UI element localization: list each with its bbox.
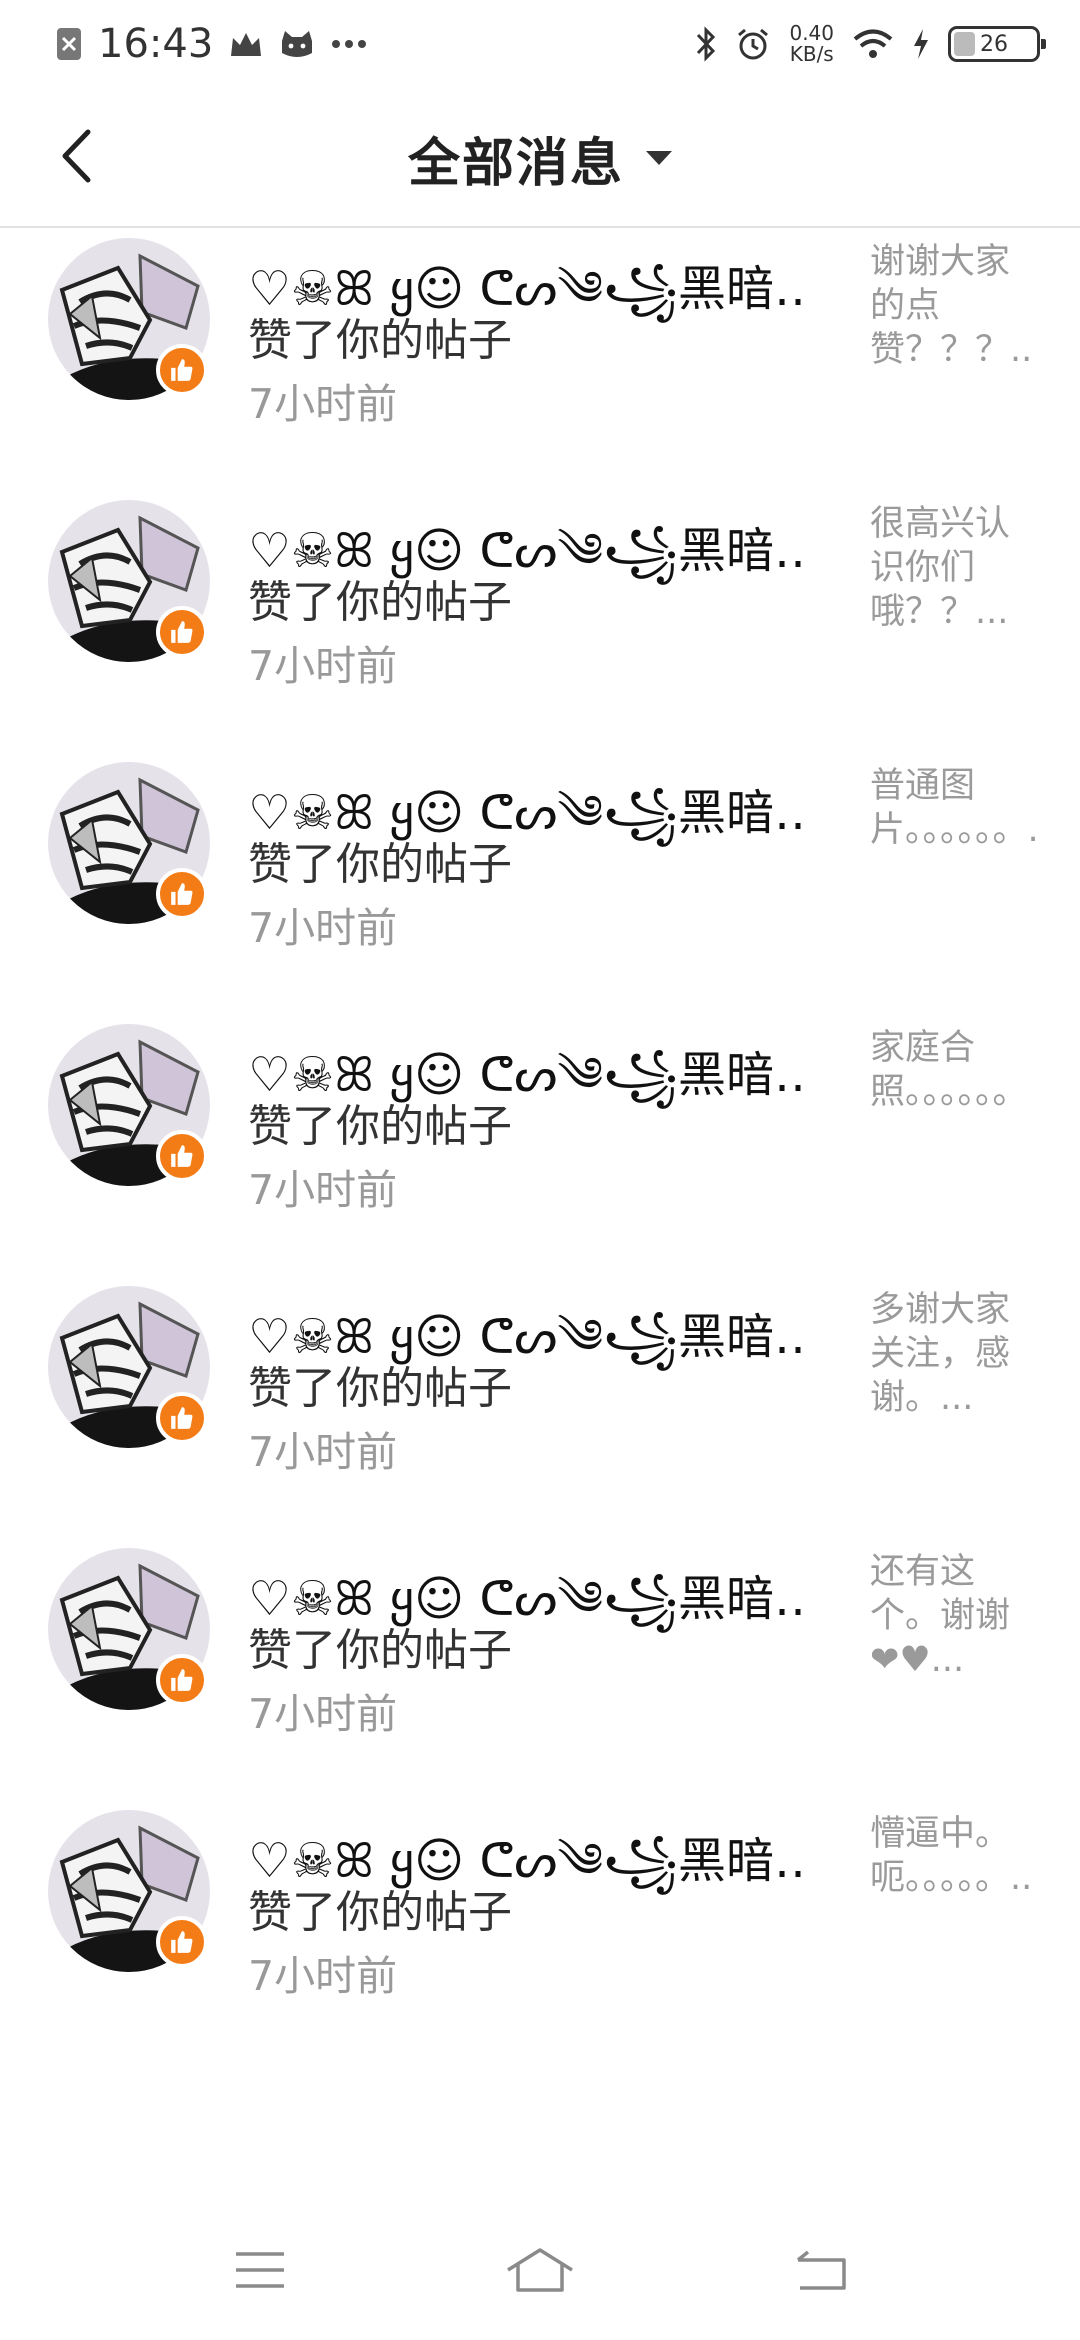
thumbs-up-icon <box>171 359 193 381</box>
action-text: 赞了你的帖子 <box>248 577 512 628</box>
time-text: 7小时前 <box>248 380 398 428</box>
like-badge <box>156 1392 208 1444</box>
thumbs-up-icon <box>171 1407 193 1429</box>
avatar-container[interactable] <box>48 762 210 924</box>
notification-item[interactable]: ♡☠ꕤ ყ☺ ᕦᔕ༄꧁黑暗… 赞了你的帖子 7小时前 普通图片。。。。。。... <box>0 724 1080 986</box>
nav-menu-button[interactable] <box>215 2225 305 2315</box>
action-text: 赞了你的帖子 <box>248 1887 512 1938</box>
thumbs-up-icon <box>171 883 193 905</box>
like-badge <box>156 1916 208 1968</box>
title-dropdown[interactable]: 全部消息 <box>0 88 1080 228</box>
like-badge <box>156 1130 208 1182</box>
battery-tip <box>1041 39 1046 49</box>
time-text: 7小时前 <box>248 1952 398 2000</box>
cat-icon <box>282 31 313 57</box>
close-square-icon <box>57 28 81 60</box>
time-text: 7小时前 <box>248 642 398 690</box>
notification-item[interactable]: ♡☠ꕤ ყ☺ ᕦᔕ༄꧁黑暗… 赞了你的帖子 7小时前 家庭合照。。。。。。 <box>0 986 1080 1248</box>
post-preview[interactable]: 很高兴认识你们哦？？... <box>870 502 1036 634</box>
post-preview[interactable]: 家庭合照。。。。。。 <box>870 1026 1036 1114</box>
post-preview[interactable]: 多谢大家关注，感谢。... <box>870 1288 1036 1420</box>
status-bar: 16:43 0.40 KB/s 26 <box>0 0 1080 88</box>
notification-item[interactable]: ♡☠ꕤ ყ☺ ᕦᔕ༄꧁黑暗… 赞了你的帖子 7小时前 懵逼中。呃。。。。。... <box>0 1772 1080 2034</box>
action-text: 赞了你的帖子 <box>248 1101 512 1152</box>
avatar-container[interactable] <box>48 1810 210 1972</box>
time-text: 7小时前 <box>248 1690 398 1738</box>
notification-item[interactable]: ♡☠ꕤ ყ☺ ᕦᔕ༄꧁黑暗… 赞了你的帖子 7小时前 很高兴认识你们哦？？... <box>0 462 1080 724</box>
crown-icon <box>231 33 262 56</box>
thumbs-up-icon <box>171 621 193 643</box>
net-speed: 0.40 KB/s <box>789 23 834 65</box>
like-badge <box>156 868 208 920</box>
nav-back-button[interactable] <box>775 2225 865 2315</box>
page-title: 全部消息 <box>407 133 624 194</box>
time-text: 7小时前 <box>248 904 398 952</box>
notification-item[interactable]: ♡☠ꕤ ყ☺ ᕦᔕ༄꧁黑暗… 赞了你的帖子 7小时前 谢谢大家的点赞？？？... <box>0 228 1080 462</box>
action-text: 赞了你的帖子 <box>248 839 512 890</box>
post-preview[interactable]: 普通图片。。。。。。... <box>870 764 1036 852</box>
action-text: 赞了你的帖子 <box>248 1363 512 1414</box>
like-badge <box>156 344 208 396</box>
thumbs-up-icon <box>171 1145 193 1167</box>
like-badge <box>156 1654 208 1706</box>
thumbs-up-icon <box>171 1931 193 1953</box>
menu-icon <box>236 2252 284 2288</box>
status-bar-left: 16:43 <box>56 21 383 67</box>
caret-down-icon <box>646 151 672 165</box>
more-dots-icon <box>332 40 367 48</box>
home-icon <box>507 2248 573 2292</box>
thumbs-up-icon <box>171 1669 193 1691</box>
back-icon <box>796 2250 846 2290</box>
status-bar-right: 0.40 KB/s 26 <box>677 23 1046 65</box>
time-text: 7小时前 <box>248 1428 398 1476</box>
status-time: 16:43 <box>98 21 214 67</box>
bottom-nav <box>0 2200 1080 2340</box>
net-speed-value: 0.40 <box>789 21 834 45</box>
notification-item[interactable]: ♡☠ꕤ ყ☺ ᕦᔕ༄꧁黑暗… 赞了你的帖子 7小时前 还有这个。谢谢❤♥... <box>0 1510 1080 1772</box>
alarm-icon <box>738 28 769 60</box>
notification-list-inner: 赞了你的帖子 7小时前 ...子关注点帖子... ♡☠ꕤ ყ☺ ᕦᔕ <box>0 228 1080 2034</box>
battery-icon: 26 <box>948 26 1046 62</box>
action-text: 赞了你的帖子 <box>248 315 512 366</box>
post-preview[interactable]: 谢谢大家的点赞？？？... <box>870 240 1036 372</box>
header: 全部消息 <box>0 88 1080 228</box>
time-text: 7小时前 <box>248 1166 398 1214</box>
post-preview[interactable]: 懵逼中。呃。。。。。... <box>870 1812 1036 1900</box>
avatar-container[interactable] <box>48 238 210 400</box>
notification-item[interactable]: ♡☠ꕤ ყ☺ ᕦᔕ༄꧁黑暗… 赞了你的帖子 7小时前 多谢大家关注，感谢。... <box>0 1248 1080 1510</box>
action-text: 赞了你的帖子 <box>248 1625 512 1676</box>
battery-level: 26 <box>980 31 1008 57</box>
avatar-container[interactable] <box>48 500 210 662</box>
avatar-container[interactable] <box>48 1548 210 1710</box>
charging-icon <box>914 29 928 59</box>
battery-fill <box>954 32 975 56</box>
wifi-icon <box>853 29 893 58</box>
net-speed-unit: KB/s <box>789 42 834 66</box>
notification-list[interactable]: 赞了你的帖子 7小时前 ...子关注点帖子... ♡☠ꕤ ყ☺ ᕦᔕ <box>0 228 1080 2200</box>
post-preview[interactable]: 还有这个。谢谢❤♥... <box>870 1550 1036 1682</box>
avatar-container[interactable] <box>48 1024 210 1186</box>
like-badge <box>156 606 208 658</box>
avatar-container[interactable] <box>48 1286 210 1448</box>
nav-home-button[interactable] <box>495 2225 585 2315</box>
bluetooth-icon <box>697 26 716 62</box>
